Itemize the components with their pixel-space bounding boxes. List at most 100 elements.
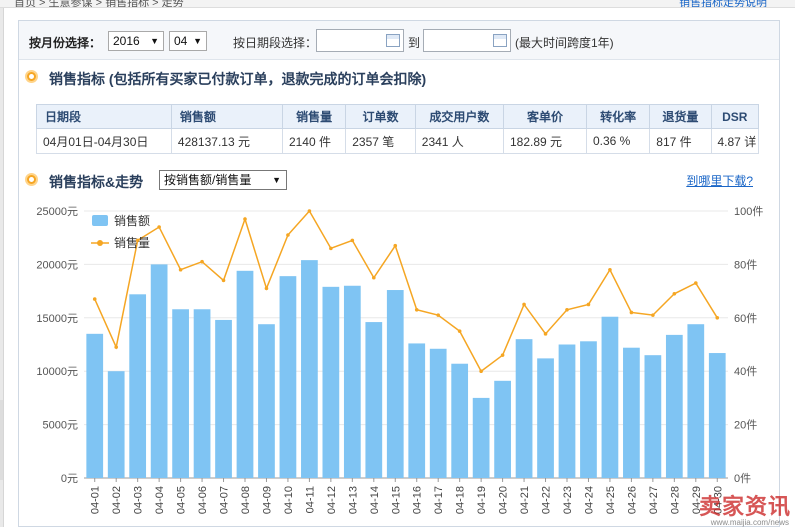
point-qty-04-26[interactable] (629, 310, 634, 315)
point-qty-04-15[interactable] (393, 243, 398, 248)
bar-sales-04-02[interactable] (107, 371, 125, 478)
bar-sales-04-26[interactable] (623, 347, 640, 478)
x-tick-label: 04-27 (648, 486, 660, 514)
point-qty-04-14[interactable] (372, 275, 376, 280)
point-qty-04-21[interactable] (522, 302, 526, 307)
bar-sales-04-04[interactable] (150, 264, 168, 478)
bar-sales-04-15[interactable] (386, 290, 404, 478)
x-tick-label: 04-08 (240, 486, 252, 514)
point-qty-04-27[interactable] (651, 313, 655, 317)
x-tick-label: 04-21 (519, 486, 531, 514)
bar-sales-04-29[interactable] (687, 324, 705, 478)
point-qty-04-02[interactable] (114, 345, 118, 349)
x-tick-label: 04-23 (562, 486, 574, 514)
watermark-logo: 卖家资讯 (698, 495, 791, 520)
bar-sales-04-12[interactable] (322, 286, 340, 478)
point-qty-04-24[interactable] (586, 302, 591, 307)
point-qty-04-05[interactable] (178, 267, 183, 272)
y-tick-right: 40件 (734, 365, 757, 378)
y-tick-right: 100件 (734, 205, 763, 218)
y-tick-left: 5000元 (43, 420, 78, 432)
bar-sales-04-20[interactable] (494, 380, 511, 478)
bar-sales-04-08[interactable] (236, 270, 254, 478)
y-tick-right: 60件 (734, 312, 757, 325)
point-qty-04-28[interactable] (672, 291, 677, 296)
bar-sales-04-21[interactable] (515, 339, 533, 478)
x-tick-label: 04-22 (541, 486, 553, 514)
x-tick-label: 04-05 (176, 486, 188, 514)
x-tick-label: 04-24 (583, 486, 595, 514)
x-tick-label: 04-12 (326, 486, 338, 514)
bar-sales-04-01[interactable] (86, 333, 104, 478)
x-tick-label: 04-17 (433, 486, 445, 514)
point-qty-04-07[interactable] (221, 278, 226, 283)
bar-sales-04-28[interactable] (665, 334, 683, 478)
bar-sales-04-05[interactable] (172, 309, 189, 478)
bar-sales-04-22[interactable] (537, 358, 554, 478)
point-qty-04-11[interactable] (307, 209, 312, 213)
point-qty-04-04[interactable] (157, 225, 161, 229)
y-tick-left: 0元 (61, 473, 78, 485)
legend-label-sales: 销售额 (114, 213, 150, 228)
bar-sales-04-07[interactable] (215, 319, 232, 478)
bar-sales-04-24[interactable] (580, 341, 597, 478)
point-qty-04-23[interactable] (565, 307, 569, 312)
bar-sales-04-03[interactable] (129, 294, 147, 478)
bar-sales-04-16[interactable] (408, 343, 426, 478)
x-tick-label: 04-16 (412, 486, 424, 514)
legend-swatch-sales[interactable] (92, 215, 108, 226)
x-tick-label: 04-15 (390, 486, 402, 514)
bar-sales-04-14[interactable] (365, 322, 383, 478)
point-qty-04-30[interactable] (715, 316, 720, 320)
y-tick-right: 20件 (734, 419, 757, 432)
x-tick-label: 04-20 (498, 486, 510, 514)
legend-label-qty: 销售量 (114, 235, 150, 250)
x-tick-label: 04-04 (154, 486, 166, 514)
bar-sales-04-25[interactable] (601, 316, 619, 478)
point-qty-04-08[interactable] (243, 217, 247, 221)
bar-sales-04-17[interactable] (429, 348, 447, 478)
y-tick-left: 25000元 (36, 206, 78, 218)
bar-sales-04-09[interactable] (258, 324, 275, 478)
bar-sales-04-11[interactable] (301, 260, 318, 478)
point-qty-04-12[interactable] (329, 246, 333, 251)
x-tick-label: 04-10 (283, 486, 295, 514)
x-tick-label: 04-25 (605, 486, 617, 514)
point-qty-04-09[interactable] (264, 286, 269, 291)
point-qty-04-13[interactable] (350, 238, 355, 243)
bar-sales-04-10[interactable] (279, 276, 297, 478)
point-qty-04-18[interactable] (457, 329, 462, 333)
x-tick-label: 04-13 (347, 486, 359, 514)
point-qty-04-22[interactable] (543, 332, 548, 336)
point-qty-04-06[interactable] (200, 259, 204, 264)
point-qty-04-17[interactable] (436, 313, 441, 317)
y-tick-left: 20000元 (36, 259, 78, 271)
point-qty-04-25[interactable] (608, 267, 612, 272)
bar-sales-04-18[interactable] (451, 363, 469, 478)
x-tick-label: 04-06 (197, 486, 209, 514)
y-tick-right: 80件 (734, 258, 757, 271)
x-tick-label: 04-19 (476, 486, 488, 514)
x-tick-label: 04-03 (133, 486, 145, 514)
x-tick-label: 04-14 (369, 486, 381, 514)
bar-sales-04-19[interactable] (472, 397, 490, 478)
legend-swatch-qty-dot (97, 240, 103, 246)
y-tick-left: 10000元 (36, 366, 78, 378)
point-qty-04-19[interactable] (479, 369, 483, 374)
bar-sales-04-27[interactable] (644, 355, 662, 478)
bar-sales-04-13[interactable] (343, 285, 361, 478)
bar-sales-04-23[interactable] (558, 344, 576, 479)
x-tick-label: 04-07 (219, 486, 231, 514)
x-tick-label: 04-09 (261, 486, 273, 514)
point-qty-04-16[interactable] (414, 307, 419, 312)
bar-sales-04-30[interactable] (708, 353, 726, 478)
x-tick-label: 04-18 (455, 486, 467, 514)
point-qty-04-01[interactable] (92, 297, 97, 301)
sales-trend-chart: 0元 0件 5000元 20件 10000元 40件 15000元 60件 20000元 80件 2… (36, 205, 763, 514)
y-tick-left: 15000元 (36, 313, 78, 325)
bar-sales-04-06[interactable] (193, 309, 211, 478)
point-qty-04-29[interactable] (694, 281, 698, 285)
x-tick-label: 04-28 (669, 486, 681, 514)
point-qty-04-10[interactable] (286, 233, 290, 237)
point-qty-04-20[interactable] (500, 353, 505, 357)
